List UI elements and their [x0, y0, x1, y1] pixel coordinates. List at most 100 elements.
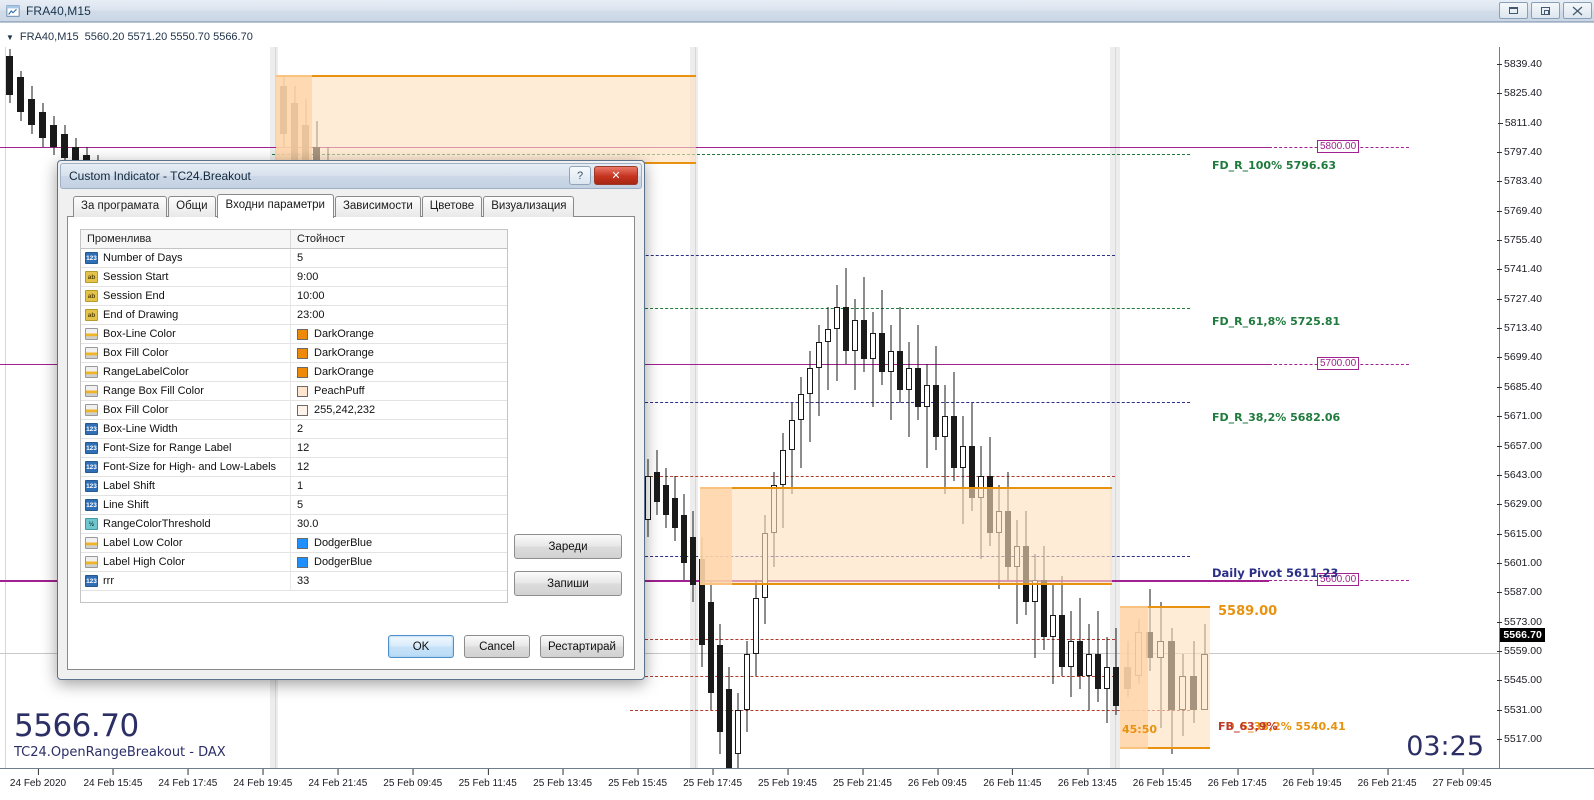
- table-row[interactable]: ab Session End 10:00: [81, 287, 507, 306]
- dialog-title: Custom Indicator - TC24.Breakout: [69, 169, 251, 183]
- color-swatch-icon: [297, 404, 308, 416]
- window-titlebar: FRA40,M15: [0, 0, 1594, 22]
- time-tick: 26 Feb 19:45: [1283, 769, 1342, 789]
- color-swatch-icon: [297, 366, 308, 378]
- tab-5[interactable]: Визуализация: [483, 196, 575, 217]
- parameter-label: Number of Days: [103, 252, 183, 264]
- parameter-value-cell[interactable]: 9:00: [291, 271, 507, 283]
- color-swatch-icon: [297, 556, 308, 568]
- price-tick: 5811.40: [1497, 117, 1542, 129]
- parameter-value: 10:00: [297, 290, 325, 302]
- dialog-tabs[interactable]: За програмата Общи Входни параметри Зависим…: [67, 194, 635, 218]
- indicator-name-label: TC24.OpenRangeBreakout - DAX: [14, 745, 226, 760]
- table-row[interactable]: 123 Font-Size for Range Label 12: [81, 439, 507, 458]
- table-row[interactable]: 123 Box-Line Width 2: [81, 420, 507, 439]
- table-row[interactable]: 123 Number of Days 5: [81, 249, 507, 268]
- parameter-value-cell[interactable]: DodgerBlue: [291, 556, 507, 568]
- parameter-value: 1: [297, 480, 304, 492]
- parameter-value-cell[interactable]: 30.0: [291, 518, 507, 530]
- table-row[interactable]: 123 Line Shift 5: [81, 496, 507, 515]
- help-button[interactable]: ?: [569, 166, 591, 185]
- table-row[interactable]: RangeLabelColor DarkOrange: [81, 363, 507, 382]
- table-row[interactable]: Label High Color DodgerBlue: [81, 553, 507, 572]
- parameter-label: Line Shift: [103, 499, 149, 511]
- tab-4[interactable]: Цветове: [421, 196, 483, 217]
- parameter-value-cell[interactable]: 33: [291, 575, 507, 587]
- column-header-value: Стойност: [297, 233, 345, 245]
- table-row[interactable]: 123 Label Shift 1: [81, 477, 507, 496]
- table-row[interactable]: 123 Font-Size for High- and Low-Labels 12: [81, 458, 507, 477]
- candlestick: [672, 476, 678, 542]
- table-row[interactable]: Label Low Color DodgerBlue: [81, 534, 507, 553]
- table-row[interactable]: Box Fill Color 255,242,232: [81, 401, 507, 420]
- parameter-value-cell[interactable]: 2: [291, 423, 507, 435]
- parameter-value-cell[interactable]: DarkOrange: [291, 366, 507, 378]
- cancel-button[interactable]: Cancel: [464, 635, 530, 658]
- parameter-value-cell[interactable]: 5: [291, 499, 507, 511]
- parameter-value: DarkOrange: [314, 328, 374, 340]
- parameter-label: rrr: [103, 575, 114, 587]
- candlestick: [924, 363, 930, 468]
- tab-3[interactable]: Зависимости: [334, 196, 421, 217]
- parameter-name-cell: Label Low Color: [81, 534, 291, 552]
- save-button[interactable]: Запиши: [514, 571, 622, 596]
- candlestick: [888, 324, 894, 420]
- parameter-value-cell[interactable]: 23:00: [291, 309, 507, 321]
- candlestick: [726, 667, 732, 768]
- close-button[interactable]: [1563, 2, 1592, 19]
- parameter-value-cell[interactable]: 12: [291, 442, 507, 454]
- time-tick: 24 Feb 15:45: [83, 769, 142, 789]
- chart-window: FRA40,M15 ▼ FRA40,M15 5560.20 5571.20 55…: [0, 0, 1594, 800]
- restart-button[interactable]: Рестартирай: [540, 635, 624, 658]
- candlestick: [654, 450, 660, 516]
- parameter-name-cell: ab Session End: [81, 287, 291, 305]
- parameters-grid[interactable]: Променлива Стойност 123 Number of Days 5 ab…: [80, 229, 508, 603]
- parameter-name-cell: ½ RangeColorThreshold: [81, 515, 291, 533]
- table-row[interactable]: Box-Line Color DarkOrange: [81, 325, 507, 344]
- table-row[interactable]: Range Box Fill Color PeachPuff: [81, 382, 507, 401]
- parameter-value-cell[interactable]: 1: [291, 480, 507, 492]
- table-row[interactable]: 123 rrr 33: [81, 572, 507, 591]
- candlestick: [942, 385, 948, 494]
- minimize-button[interactable]: [1499, 2, 1528, 19]
- parameter-label: Font-Size for Range Label: [103, 442, 232, 454]
- table-row[interactable]: ab End of Drawing 23:00: [81, 306, 507, 325]
- table-row[interactable]: ab Session Start 9:00: [81, 268, 507, 287]
- number-type-icon: 123: [85, 423, 98, 435]
- parameter-value-cell[interactable]: DarkOrange: [291, 328, 507, 340]
- parameter-value-cell[interactable]: 5: [291, 252, 507, 264]
- parameter-value-cell[interactable]: PeachPuff: [291, 385, 507, 397]
- parameter-value-cell[interactable]: DarkOrange: [291, 347, 507, 359]
- parameter-value-cell[interactable]: DodgerBlue: [291, 537, 507, 549]
- parameter-value-cell[interactable]: 255,242,232: [291, 404, 507, 416]
- candlestick: [17, 70, 24, 121]
- parameter-name-cell: 123 Label Shift: [81, 477, 291, 495]
- chart-collapse-icon[interactable]: ▼: [6, 33, 14, 42]
- custom-indicator-dialog[interactable]: Custom Indicator - TC24.Breakout ? ✕ За …: [57, 160, 645, 680]
- table-row[interactable]: ½ RangeColorThreshold 30.0: [81, 515, 507, 534]
- candlestick: [798, 376, 804, 468]
- tab-0[interactable]: За програмата: [73, 196, 168, 217]
- price-level-tag: 5700.00: [1317, 356, 1360, 370]
- number-type-icon: 123: [85, 575, 98, 587]
- time-tick: 26 Feb 21:45: [1358, 769, 1417, 789]
- parameter-value-cell[interactable]: 10:00: [291, 290, 507, 302]
- parameter-value-cell[interactable]: 12: [291, 461, 507, 473]
- time-tick: 25 Feb 19:45: [758, 769, 817, 789]
- tab-1[interactable]: Общи: [168, 196, 216, 217]
- column-header-variable: Променлива: [81, 230, 291, 248]
- parameter-value: 30.0: [297, 518, 319, 530]
- time-scale[interactable]: 24 Feb 2020 24 Feb 15:45 24 Feb 17:45 24 Fe…: [0, 768, 1594, 800]
- opening-range-box: [700, 487, 1112, 585]
- ok-button[interactable]: OK: [388, 635, 454, 658]
- tab-2[interactable]: Входни параметри: [216, 194, 334, 218]
- price-scale[interactable]: 5839.40 5825.40 5811.40 5797.40 5783.40 5769.…: [1497, 47, 1594, 768]
- dialog-close-button[interactable]: ✕: [594, 166, 638, 185]
- load-button[interactable]: Зареди: [514, 534, 622, 559]
- parameter-label: Box Fill Color: [103, 404, 169, 416]
- candlestick: [843, 268, 849, 364]
- table-row[interactable]: Box Fill Color DarkOrange: [81, 344, 507, 363]
- parameter-label: Label High Color: [103, 556, 185, 568]
- time-tick: 26 Feb 13:45: [1058, 769, 1117, 789]
- restore-button[interactable]: [1531, 2, 1560, 19]
